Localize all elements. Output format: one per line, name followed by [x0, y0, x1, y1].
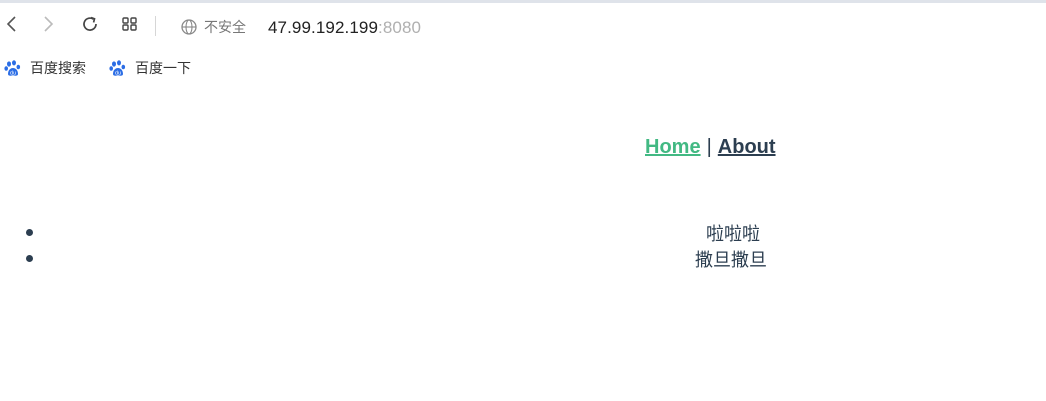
toolbar-divider	[155, 16, 156, 36]
bookmark-label: 百度一下	[135, 61, 191, 77]
address-bar[interactable]: 47.99.192.199:8080	[268, 18, 421, 38]
browser-toolbar: 不安全 47.99.192.199:8080	[0, 3, 1046, 47]
nav-links: Home | About	[645, 136, 776, 159]
list-item: 撒旦撒旦	[0, 246, 1046, 271]
url-host: 47.99.192.199	[268, 18, 379, 37]
nav-link-home[interactable]: Home	[645, 136, 701, 158]
bullet-icon	[26, 229, 33, 236]
back-button[interactable]	[0, 13, 22, 35]
forward-button[interactable]	[38, 13, 60, 35]
globe-icon	[181, 19, 197, 35]
svg-text:du: du	[10, 70, 16, 76]
bookmark-baidu-search[interactable]: du 百度搜索	[4, 57, 86, 79]
chevron-right-icon	[44, 16, 54, 32]
chevron-left-icon	[6, 16, 16, 32]
security-label: 不安全	[204, 20, 246, 36]
list-item-text: 啦啦啦	[706, 224, 760, 245]
baidu-paw-icon: du	[109, 60, 126, 76]
bookmarks-bar: du 百度搜索 du 百度一下	[0, 55, 1046, 81]
url-port: :8080	[378, 18, 422, 37]
bookmark-label: 百度搜索	[30, 61, 86, 77]
baidu-paw-icon: du	[4, 60, 21, 76]
svg-text:du: du	[115, 70, 121, 76]
reload-icon	[83, 16, 97, 31]
grid-icon	[122, 17, 137, 31]
bullet-icon	[26, 255, 33, 262]
bookmark-baidu-once[interactable]: du 百度一下	[109, 57, 191, 79]
nav-separator: |	[706, 136, 712, 158]
list-item-text: 撒旦撒旦	[695, 250, 767, 271]
reload-button[interactable]	[79, 13, 101, 35]
list-item: 啦啦啦	[0, 220, 1046, 245]
security-indicator[interactable]: 不安全	[180, 17, 246, 37]
apps-button[interactable]	[119, 13, 141, 35]
nav-link-about[interactable]: About	[718, 136, 776, 158]
